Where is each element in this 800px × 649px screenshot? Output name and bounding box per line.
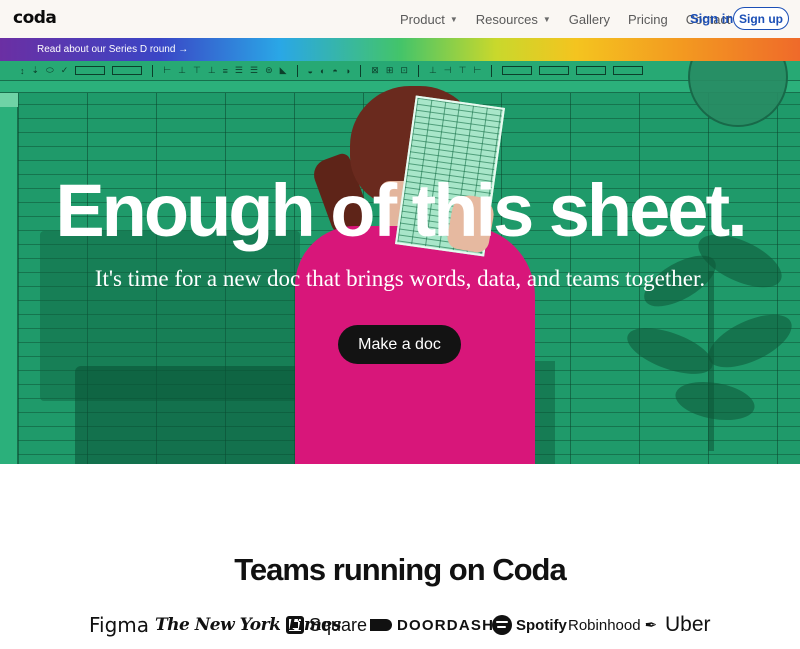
sign-up-button[interactable]: Sign up xyxy=(733,7,789,30)
half-circle-icon: ◐ xyxy=(319,65,326,76)
border-icon: ⊠ xyxy=(371,65,379,75)
series-d-link[interactable]: Read about our Series D round → xyxy=(37,44,188,55)
announcement-banner: Read about our Series D round → xyxy=(0,38,800,61)
chevron-down-icon: ▼ xyxy=(449,14,458,24)
toolbar-divider xyxy=(152,64,154,77)
format-box xyxy=(613,66,644,75)
nav-pricing-label: Pricing xyxy=(627,11,668,27)
coda-logo[interactable]: coda xyxy=(13,8,57,28)
text-lines-icon: ☰ xyxy=(234,65,243,75)
doordash-icon xyxy=(370,619,392,631)
toolbar-divider xyxy=(491,64,493,77)
spreadsheet-toolbar-illustration: ↕ ⇣ ⬭ ✓ ⊢ ⊥ ⊤ ⊥ ≡ ☰ ☰ ⊜ ◣ ◒ ◐ ◓ ◑ ⊠ ⊞ ⊡ … xyxy=(0,61,800,81)
half-circle-icon: ◑ xyxy=(344,65,351,76)
chevron-down-icon: ▼ xyxy=(542,14,551,24)
merge-icon: ⊢ xyxy=(473,65,482,75)
nav-resources-label: Resources xyxy=(475,11,538,27)
rotate-icon: ⊜ xyxy=(265,65,273,75)
robinhood-logo: Robinhood ✒ xyxy=(568,611,657,639)
merge-icon: ⊥ xyxy=(428,65,437,75)
align-left-icon: ⊢ xyxy=(163,65,172,75)
undo-icon: ↕ xyxy=(20,65,25,76)
text-wrap-icon: ≡ xyxy=(222,65,228,76)
half-circle-icon: ◒ xyxy=(307,65,313,76)
border-icon: ⊞ xyxy=(385,65,394,75)
spotify-logo: Spotify xyxy=(492,611,567,639)
feather-icon: ✒ xyxy=(644,617,658,634)
customer-logos: Figma The New York Times Square DOORDASH… xyxy=(0,611,800,639)
site-header: coda Product ▼ Resources ▼ Gallery Prici… xyxy=(0,0,800,38)
sign-in-link[interactable]: Sign in xyxy=(690,11,733,26)
zoom-box-2 xyxy=(112,66,143,75)
text-lines-icon: ☰ xyxy=(250,65,259,75)
nav-gallery-label: Gallery xyxy=(568,11,610,27)
nav-product-label: Product xyxy=(400,11,445,27)
zoom-box-1 xyxy=(75,66,106,75)
paint-icon: ⬭ xyxy=(46,65,54,75)
toolbar-divider xyxy=(417,64,419,77)
toolbar-divider xyxy=(296,64,298,77)
merge-icon: ⊤ xyxy=(458,65,467,75)
figma-logo-text: Figma xyxy=(89,613,150,637)
nav-product[interactable]: Product ▼ xyxy=(400,12,458,27)
hero-section: ↕ ⇣ ⬭ ✓ ⊢ ⊥ ⊤ ⊥ ≡ ☰ ☰ ⊜ ◣ ◒ ◐ ◓ ◑ ⊠ ⊞ ⊡ … xyxy=(0,61,800,464)
hero-title: Enough of this sheet. xyxy=(55,169,747,252)
half-circle-icon: ◓ xyxy=(332,65,338,76)
merge-icon: ⊣ xyxy=(443,65,452,75)
robinhood-logo-text: Robinhood xyxy=(568,616,641,634)
toolbar-divider xyxy=(360,64,362,77)
make-a-doc-button[interactable]: Make a doc xyxy=(338,325,461,364)
format-box xyxy=(576,66,607,75)
square-logo: Square xyxy=(286,611,367,639)
redo-icon: ⇣ xyxy=(31,65,40,75)
teams-heading: Teams running on Coda xyxy=(234,552,567,587)
spreadsheet-selected-row xyxy=(0,93,18,107)
align-top-icon: ⊥ xyxy=(207,65,216,75)
border-icon: ⊡ xyxy=(400,65,408,75)
hero-subtitle: It's time for a new doc that brings word… xyxy=(94,266,706,291)
uber-logo: Uber xyxy=(665,611,711,639)
format-box xyxy=(539,66,570,75)
figma-logo: Figma xyxy=(89,611,149,639)
square-logo-text: Square xyxy=(309,614,368,635)
align-right-icon: ⊤ xyxy=(192,65,201,75)
doordash-logo-text: DOORDASH xyxy=(397,616,495,634)
uber-logo-text: Uber xyxy=(665,613,711,636)
spotify-icon xyxy=(492,615,512,635)
format-box xyxy=(502,66,533,75)
spotify-logo-text: Spotify xyxy=(516,616,567,634)
chart-icon: ◣ xyxy=(279,65,287,75)
check-icon: ✓ xyxy=(60,65,69,75)
nav-resources[interactable]: Resources ▼ xyxy=(476,12,551,27)
nav-gallery[interactable]: Gallery xyxy=(569,12,610,27)
nav-pricing[interactable]: Pricing xyxy=(628,12,668,27)
doordash-logo: DOORDASH xyxy=(370,611,494,639)
square-icon xyxy=(286,616,304,634)
align-center-icon: ⊥ xyxy=(178,65,186,75)
